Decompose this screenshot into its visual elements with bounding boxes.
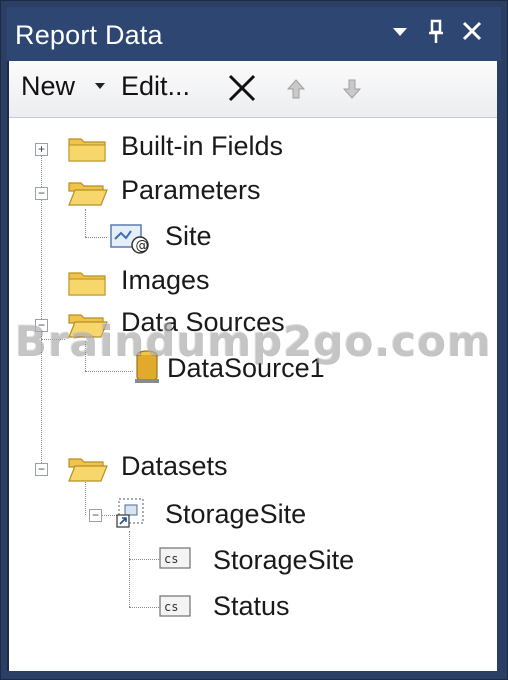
tree-node-builtin-fields[interactable]: Built-in Fields <box>121 131 283 162</box>
toolbar: New Edit... <box>9 61 497 118</box>
collapse-icon[interactable]: − <box>35 463 48 476</box>
field-icon: cs <box>159 595 191 622</box>
new-button[interactable]: New <box>21 71 75 102</box>
window-title: Report Data <box>15 20 163 50</box>
tree-node-parameters[interactable]: Parameters <box>121 175 261 206</box>
tree-connector <box>129 607 159 608</box>
report-data-window: Report Data New Edit... + Built-in Field… <box>0 0 508 680</box>
edit-button[interactable]: Edit... <box>121 71 190 102</box>
dropdown-icon[interactable] <box>385 15 415 51</box>
tree-node-images[interactable]: Images <box>121 265 210 296</box>
tree-node-field-storagesite[interactable]: StorageSite <box>213 545 354 576</box>
tree-connector <box>85 237 107 238</box>
tree-connector <box>85 371 133 372</box>
close-icon[interactable] <box>457 15 487 51</box>
tree-connector <box>85 341 86 371</box>
collapse-icon[interactable]: − <box>35 187 48 200</box>
tree-connector <box>41 339 65 340</box>
tree-node-datasource1[interactable]: DataSource1 <box>167 353 325 384</box>
report-data-panel: New Edit... + Built-in Fields − Paramete… <box>7 61 497 671</box>
folder-closed-icon <box>67 267 107 302</box>
tree-connector <box>129 559 159 560</box>
tree-node-site[interactable]: Site <box>165 221 212 252</box>
svg-text:@: @ <box>136 239 149 254</box>
pin-icon[interactable] <box>421 15 451 51</box>
svg-text:cs: cs <box>164 600 178 614</box>
tree-node-datasets[interactable]: Datasets <box>121 451 228 482</box>
tree-node-data-sources[interactable]: Data Sources <box>121 307 285 338</box>
tree-connector <box>129 531 130 607</box>
delete-x-icon[interactable] <box>227 73 257 108</box>
collapse-icon[interactable]: − <box>35 319 48 332</box>
report-data-tree: + Built-in Fields − Parameters @ Site Im… <box>9 117 497 671</box>
folder-open-icon <box>67 177 109 212</box>
svg-text:cs: cs <box>164 552 178 566</box>
title-bar: Report Data <box>7 7 501 61</box>
tree-node-field-status[interactable]: Status <box>213 591 290 622</box>
field-icon: cs <box>159 547 191 574</box>
folder-closed-icon <box>67 133 107 168</box>
folder-open-icon <box>67 453 109 488</box>
tree-node-storagesite-dataset[interactable]: StorageSite <box>165 499 306 530</box>
arrow-up-icon[interactable] <box>286 79 306 104</box>
new-dropdown-icon[interactable] <box>95 83 105 89</box>
arrow-down-icon[interactable] <box>342 79 362 104</box>
expand-icon[interactable]: + <box>35 143 48 156</box>
collapse-icon[interactable]: − <box>89 509 102 522</box>
parameter-icon: @ <box>109 221 151 260</box>
folder-open-icon <box>67 309 109 344</box>
database-icon <box>133 349 161 390</box>
tree-connector <box>85 209 86 237</box>
dataset-icon <box>115 495 147 534</box>
